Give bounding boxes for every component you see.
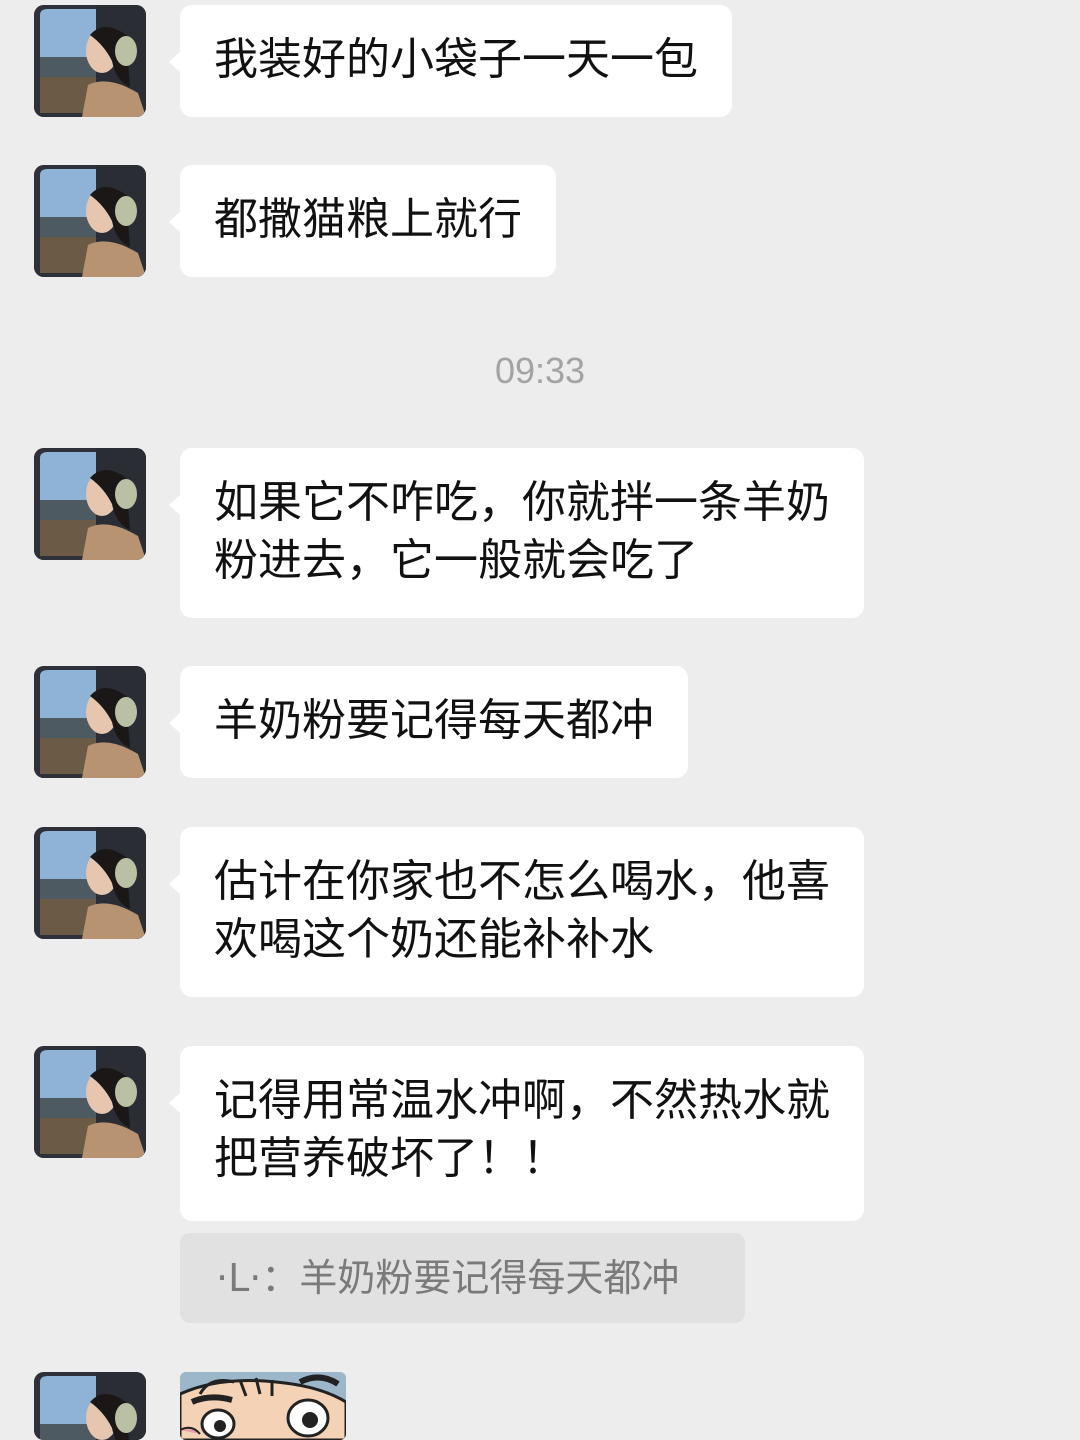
contact-avatar-icon[interactable]	[34, 666, 146, 778]
message-bubble[interactable]: 羊奶粉要记得每天都冲	[169, 666, 688, 778]
contact-avatar-icon[interactable]	[34, 827, 146, 939]
message-bubble[interactable]: 我装好的小袋子一天一包	[169, 5, 732, 117]
message-bubble[interactable]: 记得用常温水冲啊，不然热水就 把营养破坏了！！	[169, 1046, 864, 1221]
message-timestamp: 09:33	[494, 350, 586, 391]
message-bubble[interactable]: 估计在你家也不怎么喝水，他喜 欢喝这个奶还能补补水	[169, 827, 864, 997]
contact-avatar-icon[interactable]	[34, 1046, 146, 1158]
contact-avatar-icon[interactable]	[34, 1372, 146, 1440]
contact-avatar-icon[interactable]	[34, 448, 146, 560]
quoted-message[interactable]: ·L·：羊奶粉要记得每天都冲	[180, 1233, 745, 1323]
contact-avatar-icon[interactable]	[34, 5, 146, 117]
cartoon-sticker-icon[interactable]	[180, 1372, 346, 1440]
message-bubble[interactable]: 都撒猫粮上就行	[169, 165, 556, 277]
contact-avatar-icon[interactable]	[34, 165, 146, 277]
message-bubble[interactable]: 如果它不咋吃，你就拌一条羊奶 粉进去，它一般就会吃了	[169, 448, 864, 618]
